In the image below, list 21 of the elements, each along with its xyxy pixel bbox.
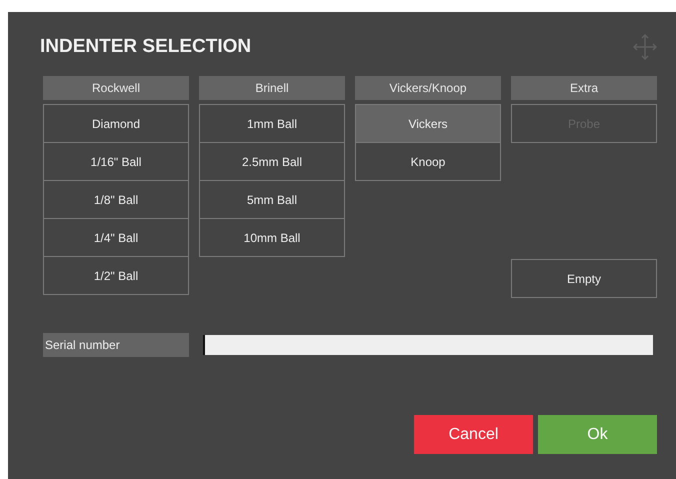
cancel-button[interactable]: Cancel [414, 415, 533, 454]
indenter-option[interactable]: 1/2" Ball [43, 256, 189, 295]
indenter-option[interactable]: Vickers [355, 104, 501, 143]
column-header: Rockwell [43, 76, 189, 100]
indenter-option[interactable]: 5mm Ball [199, 180, 345, 219]
indenter-option[interactable]: 1/4" Ball [43, 218, 189, 257]
column-header: Brinell [199, 76, 345, 100]
move-icon[interactable] [633, 32, 657, 62]
indenter-option[interactable]: Knoop [355, 142, 501, 181]
column-header: Extra [511, 76, 657, 100]
indenter-option[interactable]: 1/16" Ball [43, 142, 189, 181]
indenter-option[interactable]: 1/8" Ball [43, 180, 189, 219]
indenter-option[interactable]: 1mm Ball [199, 104, 345, 143]
indenter-option[interactable]: 10mm Ball [199, 218, 345, 257]
column-header: Vickers/Knoop [355, 76, 501, 100]
indenter-option[interactable]: Empty [511, 259, 657, 298]
indenter-option[interactable]: Diamond [43, 104, 189, 143]
dialog-title: INDENTER SELECTION [40, 36, 252, 58]
serial-number-label: Serial number [43, 333, 189, 357]
indenter-option[interactable]: 2.5mm Ball [199, 142, 345, 181]
serial-number-field[interactable] [203, 335, 653, 355]
